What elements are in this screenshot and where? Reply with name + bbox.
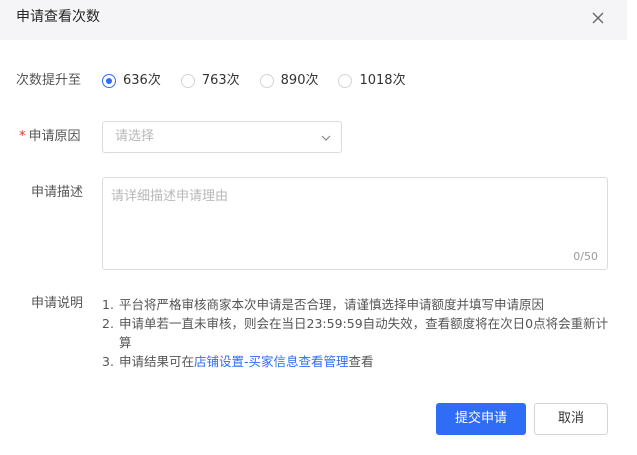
instruction-number: 2.	[102, 316, 114, 331]
radio-option-763[interactable]: 763次	[180, 72, 240, 90]
radio-label: 636次	[123, 73, 161, 88]
radio-option-636[interactable]: 636次	[102, 72, 161, 90]
radio-option-1018[interactable]: 1018次	[338, 72, 406, 90]
instruction-number: 3.	[102, 354, 114, 369]
instruction-prefix: 申请结果可在	[119, 354, 195, 369]
instructions-list: 1. 平台将严格审核商家本次申请是否合理，请谨慎选择申请额度并填写申请原因 2.…	[102, 295, 612, 371]
apply-view-times-dialog: 申请查看次数 次数提升至 636次 763次 890次 1018次 * 申请原因 …	[0, 0, 637, 455]
radio-checked-icon	[102, 74, 116, 88]
instruction-text: 申请单若一直未审核，则会在当日23:59:59自动失效，查看额度将在次日0点将会…	[119, 316, 609, 350]
radio-option-890[interactable]: 890次	[259, 72, 319, 90]
reason-label-text: 申请原因	[28, 129, 81, 144]
instruction-text: 申请结果可在店铺设置-买家信息查看管理查看	[119, 352, 612, 371]
dialog-title: 申请查看次数	[16, 9, 100, 25]
submit-button[interactable]: 提交申请	[436, 403, 526, 435]
reason-select-placeholder: 请选择	[115, 129, 155, 144]
radio-unchecked-icon	[338, 74, 353, 88]
chevron-down-icon	[320, 132, 332, 144]
reason-label: * 申请原因	[19, 128, 81, 146]
close-icon	[592, 12, 604, 24]
char-counter: 0/50	[573, 250, 598, 263]
instruction-item: 2. 申请单若一直未审核，则会在当日23:59:59自动失效，查看额度将在次日0…	[102, 314, 612, 352]
radio-unchecked-icon	[180, 74, 195, 88]
close-button[interactable]	[588, 8, 608, 28]
notes-label: 申请说明	[31, 296, 84, 311]
instruction-suffix: 查看	[348, 354, 374, 369]
radio-unchecked-icon	[259, 74, 274, 88]
shop-settings-link[interactable]: 店铺设置-买家信息查看管理	[194, 354, 349, 369]
desc-textarea-placeholder: 请详细描述申请理由	[111, 189, 229, 204]
instruction-text: 平台将严格审核商家本次申请是否合理，请谨慎选择申请额度并填写申请原因	[119, 297, 545, 312]
times-label: 次数提升至	[16, 73, 82, 88]
radio-label: 1018次	[359, 73, 406, 88]
times-radio-group: 636次 763次 890次 1018次	[102, 71, 426, 91]
instruction-item: 3. 申请结果可在店铺设置-买家信息查看管理查看	[102, 352, 612, 371]
reason-select[interactable]: 请选择	[102, 121, 342, 153]
cancel-button[interactable]: 取消	[534, 403, 608, 435]
required-mark: *	[19, 129, 26, 144]
dialog-header: 申请查看次数	[0, 0, 627, 40]
radio-label: 763次	[201, 73, 240, 88]
radio-label: 890次	[280, 73, 319, 88]
desc-textarea[interactable]: 请详细描述申请理由 0/50	[102, 177, 608, 270]
desc-label: 申请描述	[31, 185, 84, 200]
instruction-number: 1.	[102, 297, 114, 312]
instruction-item: 1. 平台将严格审核商家本次申请是否合理，请谨慎选择申请额度并填写申请原因	[102, 295, 612, 314]
